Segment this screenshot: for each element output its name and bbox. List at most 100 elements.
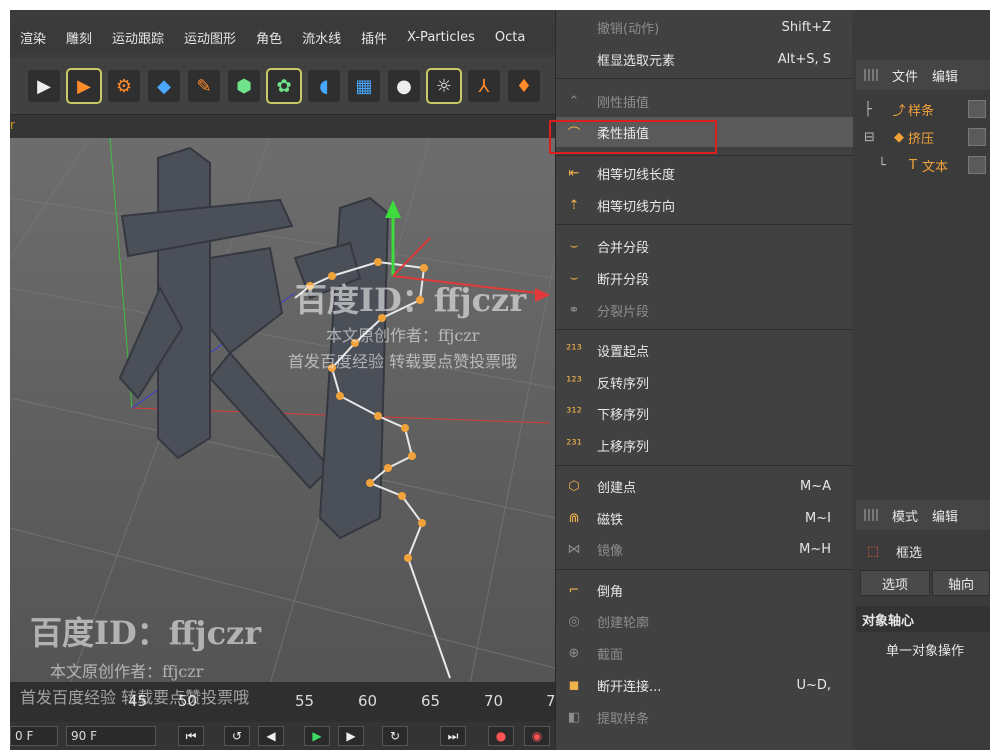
next-frame-icon[interactable]: ▶ [338, 726, 364, 746]
menu-item-move-down-sequence[interactable]: ³¹² 下移序列 [556, 398, 853, 428]
tick-label: 55 [295, 692, 315, 710]
axis-button[interactable]: 轴向 [932, 570, 990, 596]
tangent-direction-icon: ⇡ [568, 197, 580, 213]
menu-item-create-point[interactable]: ⬡ 创建点 M~A [556, 471, 853, 501]
menu-item-undo[interactable]: 撤销(动作) Shift+Z [556, 12, 853, 42]
right-panels: 文件 编辑 ├ ⤴ 样条 ⊟ ◆ 挤压 └ T 文本 模式 编辑 ⬚ 框选 选项… [856, 10, 990, 750]
menu-motion-tracking[interactable]: 运动跟踪 [102, 28, 174, 47]
start-frame-field[interactable]: 0 F [10, 726, 58, 746]
viewport-header: r [10, 114, 555, 138]
menu-separator [556, 569, 853, 570]
cloner-icon[interactable]: ✿ [266, 68, 302, 104]
render-settings-icon[interactable]: ⚙ [108, 70, 140, 102]
menu-character[interactable]: 角色 [246, 28, 292, 47]
prev-key-icon[interactable]: ↺ [224, 726, 250, 746]
tab-edit[interactable]: 编辑 [932, 506, 958, 525]
record-icon[interactable]: ● [488, 726, 514, 746]
menu-item-extract-spline[interactable]: ◧ 提取样条 [556, 702, 853, 732]
pen-icon[interactable]: ✎ [188, 70, 220, 102]
spline-icon: ⤴ [892, 103, 906, 119]
tag-icon[interactable]: ♦ [508, 70, 540, 102]
create-point-icon: ⬡ [568, 478, 580, 494]
prev-frame-icon[interactable]: ◀ [258, 726, 284, 746]
options-button[interactable]: 选项 [860, 570, 930, 596]
viewport-label: r [10, 118, 15, 132]
light-icon[interactable]: ☼ [426, 68, 462, 104]
menu-item-hard-interpolation[interactable]: ⌃ 刚性插值 [556, 86, 853, 116]
disconnect-icon: ◼ [568, 677, 580, 693]
magnet-icon: ⋒ [568, 510, 580, 526]
visibility-toggle[interactable] [968, 100, 986, 118]
menu-xparticles[interactable]: X-Particles [397, 30, 485, 45]
frame-selected-icon [561, 48, 587, 70]
3d-viewport[interactable] [10, 138, 555, 684]
render-view-icon[interactable]: ▶ [28, 70, 60, 102]
object-row-extrude[interactable]: ⊟ ◆ 挤压 [856, 124, 990, 150]
menu-item-cross-section[interactable]: ⊕ 截面 [556, 638, 853, 668]
next-key-icon[interactable]: ↻ [382, 726, 408, 746]
menu-separator [556, 155, 853, 156]
hard-interpolation-icon: ⌃ [568, 93, 580, 109]
menu-item-move-up-sequence[interactable]: ²³¹ 上移序列 [556, 430, 853, 460]
menu-render[interactable]: 渲染 [10, 28, 56, 47]
tab-mode[interactable]: 模式 [892, 506, 918, 525]
tab-file[interactable]: 文件 [892, 66, 918, 85]
tick-label: 60 [358, 692, 378, 710]
menu-item-join-segment[interactable]: ⌣ 合并分段 [556, 231, 853, 261]
autokey-icon[interactable]: ◉ [524, 726, 550, 746]
attributes-header: 模式 编辑 [856, 500, 990, 530]
menu-plugins[interactable]: 插件 [351, 28, 397, 47]
object-row-text[interactable]: └ T 文本 [856, 152, 990, 178]
floor-icon[interactable]: ▦ [348, 70, 380, 102]
box-select-icon: ⬚ [866, 543, 880, 559]
tab-edit[interactable]: 编辑 [932, 66, 958, 85]
end-frame-field[interactable]: 90 F [66, 726, 156, 746]
play-icon[interactable]: ▶ [304, 726, 330, 746]
menu-item-disconnect[interactable]: ◼ 断开连接... U~D, [556, 670, 853, 700]
cube-icon[interactable]: ◆ [148, 70, 180, 102]
camera-icon[interactable]: ● [388, 70, 420, 102]
menu-item-reverse-sequence[interactable]: ¹²³ 反转序列 [556, 367, 853, 397]
join-segment-icon: ⌣ [569, 238, 579, 254]
menu-item-explode-segments[interactable]: ⚭ 分裂片段 [556, 295, 853, 325]
tangent-length-icon: ⇤ [568, 165, 580, 181]
grip-icon[interactable] [864, 509, 878, 521]
character-icon[interactable]: ⅄ [468, 70, 500, 102]
render-region-icon[interactable]: ▶ [66, 68, 102, 104]
tick-label: 45 [128, 692, 148, 710]
highlight-box [549, 120, 717, 154]
timeline-ruler[interactable]: 45 50 55 60 65 70 7 [10, 682, 556, 722]
menu-item-create-outline[interactable]: ◎ 创建轮廓 [556, 606, 853, 636]
extract-spline-icon: ◧ [567, 709, 581, 725]
move-down-sequence-icon: ³¹² [566, 405, 582, 421]
object-row-spline[interactable]: ├ ⤴ 样条 [856, 96, 990, 122]
menu-separator [556, 329, 853, 330]
go-to-end-icon[interactable]: ⏭ [440, 726, 466, 746]
reverse-sequence-icon: ¹²³ [566, 374, 582, 390]
menu-sculpt[interactable]: 雕刻 [56, 28, 102, 47]
subdivision-icon[interactable]: ⬢ [228, 70, 260, 102]
grip-icon[interactable] [864, 69, 878, 81]
visibility-toggle[interactable] [968, 156, 986, 174]
menu-item-break-segment[interactable]: ⌣ 断开分段 [556, 263, 853, 293]
menu-separator [556, 224, 853, 225]
menu-pipeline[interactable]: 流水线 [292, 28, 351, 47]
menu-octane[interactable]: Octa [485, 30, 535, 45]
move-up-sequence-icon: ²³¹ [566, 437, 582, 453]
menu-item-magnet[interactable]: ⋒ 磁铁 M~I [556, 503, 853, 533]
menu-item-equal-tangent-length[interactable]: ⇤ 相等切线长度 [556, 158, 853, 188]
menu-item-equal-tangent-direction[interactable]: ⇡ 相等切线方向 [556, 190, 853, 220]
tick-label: 50 [178, 692, 198, 710]
tool-name: 框选 [896, 545, 923, 561]
tool-label-row: ⬚ 框选 [856, 538, 990, 564]
deformer-icon[interactable]: ◖ [308, 70, 340, 102]
menu-item-mirror[interactable]: ⋈ 镜像 M~H [556, 534, 853, 564]
menu-mograph[interactable]: 运动图形 [174, 28, 246, 47]
single-object-option[interactable]: 单一对象操作 [856, 640, 990, 662]
menu-item-chamfer[interactable]: ⌐ 倒角 [556, 575, 853, 605]
cross-section-icon: ⊕ [568, 645, 580, 661]
visibility-toggle[interactable] [968, 128, 986, 146]
menu-item-frame-selected[interactable]: 框显选取元素 Alt+S, S [556, 44, 853, 74]
go-to-start-icon[interactable]: ⏮ [178, 726, 204, 746]
menu-item-set-first-point[interactable]: ²¹³ 设置起点 [556, 335, 853, 365]
